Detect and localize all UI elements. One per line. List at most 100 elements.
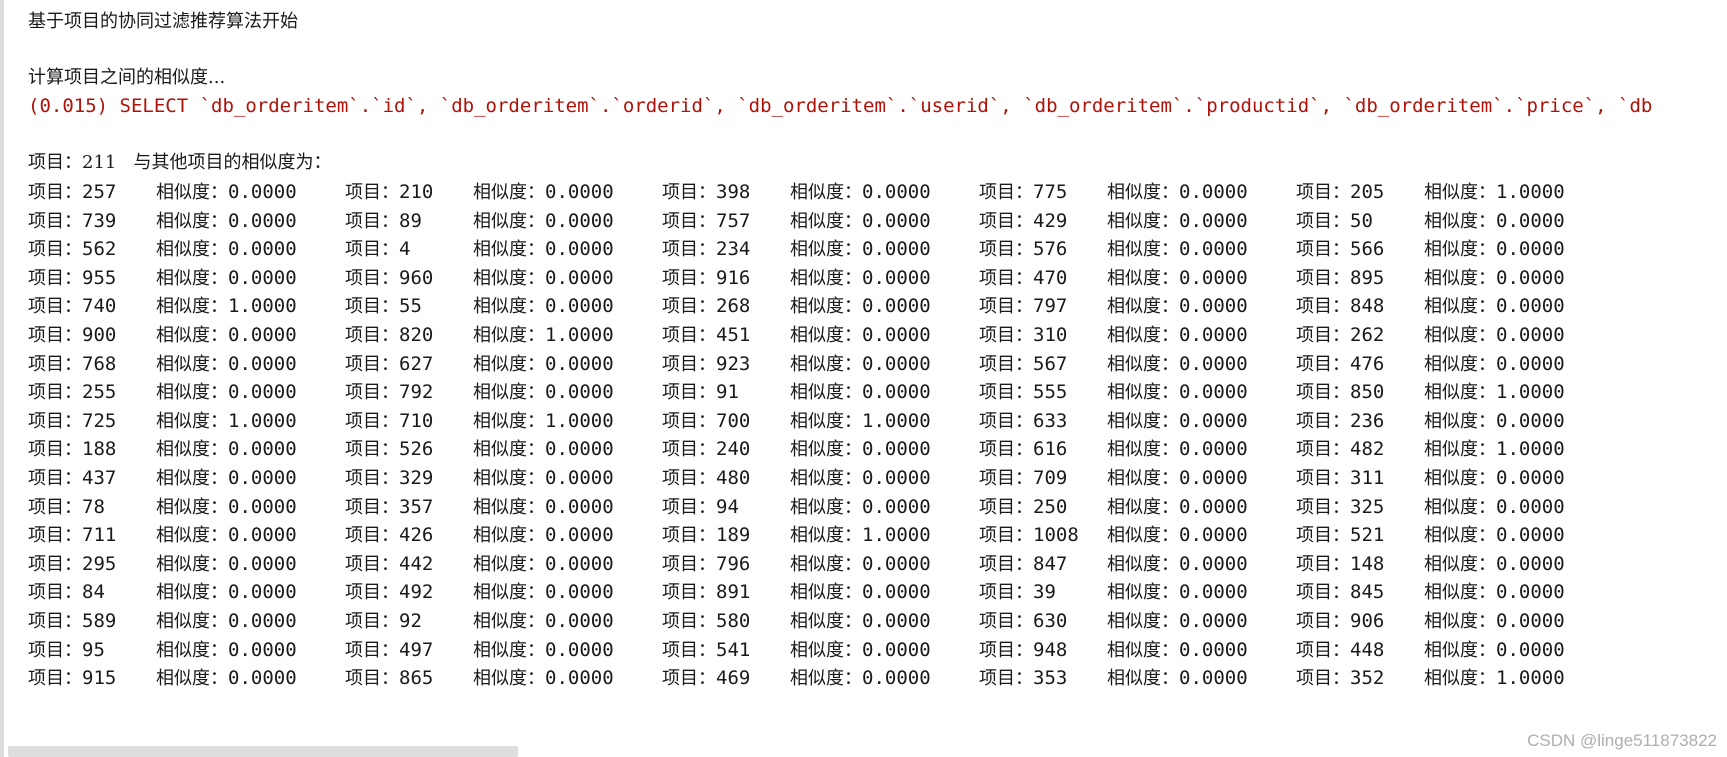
similarity-label: 相似度： — [1107, 410, 1179, 432]
similarity-label: 相似度： — [156, 668, 228, 690]
console-output: 基于项目的协同过滤推荐算法开始 计算项目之间的相似度... (0.015) SE… — [0, 0, 1727, 757]
item-label: 项目： — [662, 325, 716, 346]
item-label: 项目： — [979, 611, 1033, 632]
similarity-value: 0.0000 — [545, 295, 614, 318]
similarity-value: 0.0000 — [228, 581, 297, 604]
similarity-cell: 相似度：0.0000 — [790, 294, 931, 319]
item-id-cell: 项目：775 — [979, 180, 1067, 205]
item-id-value: 895 — [1350, 266, 1385, 289]
item-id-value: 469 — [716, 667, 751, 690]
item-id-cell: 项目：210 — [345, 180, 433, 205]
item-label: 项目： — [979, 468, 1033, 489]
similarity-cell: 相似度：0.0000 — [156, 523, 297, 548]
item-id-cell: 项目：236 — [1296, 409, 1384, 434]
item-id-value: 792 — [399, 381, 434, 404]
similarity-label: 相似度： — [156, 182, 228, 203]
similarity-label: 相似度： — [790, 496, 862, 518]
similarity-label: 相似度： — [1107, 182, 1179, 203]
similarity-cell: 相似度：0.0000 — [473, 552, 614, 577]
similarity-label: 相似度： — [1424, 239, 1496, 261]
item-id-cell: 项目：295 — [28, 552, 116, 577]
similarity-cell: 相似度：0.0000 — [1424, 638, 1565, 663]
similarity-value: 0.0000 — [228, 324, 297, 346]
item-id-cell: 项目：39 — [979, 580, 1056, 605]
item-id-value: 236 — [1350, 409, 1385, 432]
item-id-value: 210 — [399, 181, 434, 203]
similarity-cell: 相似度：0.0000 — [1107, 666, 1248, 691]
item-label: 项目： — [1296, 267, 1350, 289]
item-label: 项目： — [1296, 210, 1350, 232]
similarity-cell: 相似度：0.0000 — [1424, 294, 1565, 319]
item-id-cell: 项目：616 — [979, 437, 1067, 462]
item-id-value: 796 — [716, 552, 751, 575]
item-id-value: 188 — [82, 438, 117, 461]
similarity-cell: 相似度：0.0000 — [1424, 609, 1565, 634]
item-id-value: 850 — [1350, 381, 1385, 404]
item-id-value: 205 — [1350, 181, 1385, 203]
similarity-label: 相似度： — [790, 353, 862, 375]
similarity-label: 相似度： — [1424, 410, 1496, 432]
similarity-value: 0.0000 — [1179, 295, 1248, 318]
similarity-label: 相似度： — [790, 182, 862, 203]
item-label: 项目： — [979, 210, 1033, 232]
similarity-value: 0.0000 — [545, 638, 614, 661]
item-id-cell: 项目：865 — [345, 666, 433, 691]
item-id-value: 84 — [82, 581, 105, 604]
similarity-value: 0.0000 — [862, 352, 931, 375]
item-label: 项目： — [28, 496, 82, 518]
item-id-cell: 项目：916 — [662, 266, 750, 291]
similarity-cell: 相似度：0.0000 — [1107, 237, 1248, 262]
similarity-cell: 相似度：1.0000 — [156, 294, 297, 319]
item-id-value: 492 — [399, 581, 434, 604]
similarity-cell: 相似度：0.0000 — [1424, 266, 1565, 291]
similarity-cell: 相似度：0.0000 — [1107, 380, 1248, 405]
item-label: 项目： — [345, 639, 399, 661]
horizontal-scrollbar[interactable] — [8, 746, 518, 757]
item-id-value: 725 — [82, 409, 117, 432]
similarity-cell: 相似度：0.0000 — [1107, 638, 1248, 663]
similarity-cell: 相似度：0.0000 — [156, 180, 297, 205]
similarity-label: 相似度： — [1424, 382, 1496, 404]
similarity-value: 0.0000 — [862, 295, 931, 318]
item-id-value: 148 — [1350, 552, 1385, 575]
similarity-label: 相似度： — [156, 553, 228, 575]
similarity-cell: 相似度：0.0000 — [1107, 437, 1248, 462]
item-id-cell: 项目：633 — [979, 409, 1067, 434]
similarity-label: 相似度： — [1424, 325, 1496, 346]
similarity-cell: 相似度：0.0000 — [156, 352, 297, 377]
item-id-cell: 项目：91 — [662, 380, 739, 405]
item-id-cell: 项目：476 — [1296, 352, 1384, 377]
item-id-cell: 项目：845 — [1296, 580, 1384, 605]
similarity-label: 相似度： — [1424, 639, 1496, 661]
similarity-label: 相似度： — [473, 353, 545, 375]
similarity-value: 0.0000 — [862, 638, 931, 661]
similarity-label: 相似度： — [156, 410, 228, 432]
similarity-label: 相似度： — [1424, 668, 1496, 690]
similarity-cell: 相似度：0.0000 — [473, 180, 614, 205]
similarity-label: 相似度： — [1424, 525, 1496, 547]
item-label: 项目： — [345, 582, 399, 604]
item-id-value: 426 — [399, 524, 434, 547]
item-id-value: 526 — [399, 438, 434, 461]
item-label: 项目： — [345, 296, 399, 318]
item-label: 项目： — [979, 553, 1033, 575]
item-id-value: 865 — [399, 667, 434, 690]
similarity-cell: 相似度：0.0000 — [473, 352, 614, 377]
item-label: 项目： — [28, 639, 82, 661]
similarity-cell: 相似度：0.0000 — [1107, 209, 1248, 234]
similarity-label: 相似度： — [790, 553, 862, 575]
similarity-cell: 相似度：1.0000 — [1424, 437, 1565, 462]
item-label: 项目： — [345, 496, 399, 518]
similarity-label: 相似度： — [1107, 525, 1179, 547]
item-id-value: 757 — [716, 209, 751, 232]
similarity-value: 1.0000 — [1496, 667, 1565, 690]
item-id-cell: 项目：257 — [28, 180, 116, 205]
item-label: 项目： — [662, 353, 716, 375]
item-label: 项目： — [345, 182, 399, 203]
similarity-value: 0.0000 — [228, 438, 297, 461]
similarity-value: 0.0000 — [1179, 381, 1248, 404]
item-id-value: 257 — [82, 181, 117, 203]
similarity-label: 相似度： — [1107, 210, 1179, 232]
item-label: 项目： — [28, 468, 82, 489]
item-id-cell: 项目：492 — [345, 580, 433, 605]
